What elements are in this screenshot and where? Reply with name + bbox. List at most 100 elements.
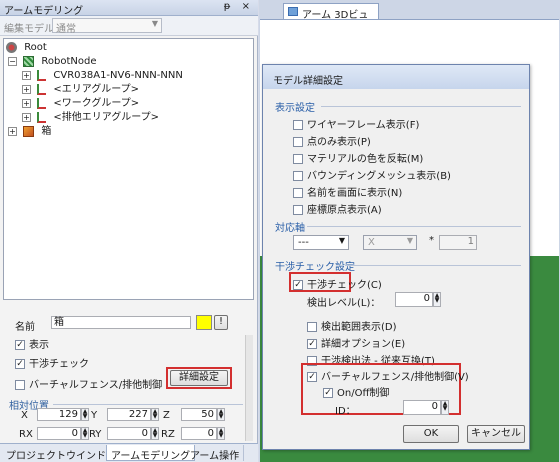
rz-spinner[interactable]: ▲ ▼ (217, 427, 225, 440)
pair-axis-section-label: 対応軸 (275, 223, 305, 234)
rx-input[interactable]: 0 (37, 427, 81, 440)
collision-check-checkbox[interactable]: 干渉チェック(C) (293, 276, 382, 291)
detect-range-checkbox[interactable]: 検出範囲表示(D) (307, 318, 397, 333)
chevron-down-icon: ▼ (406, 236, 413, 245)
collapse-icon[interactable]: − (8, 56, 17, 66)
properties-scrollbar[interactable] (245, 335, 253, 441)
axis-icon (37, 111, 47, 123)
points-only-checkbox[interactable]: 点のみ表示(P) (293, 133, 371, 148)
option-label: ワイヤーフレーム表示(F) (307, 120, 420, 131)
rx-spinner[interactable]: ▲ ▼ (81, 427, 89, 440)
tab-arm-modeling[interactable]: アームモデリング (106, 445, 196, 462)
rx-label: RX (19, 429, 33, 440)
expand-icon[interactable]: + (8, 126, 17, 136)
option-label: 詳細オプション(E) (321, 339, 406, 350)
origin-display-checkbox[interactable]: 座標原点表示(A) (293, 201, 382, 216)
ry-spinner[interactable]: ▲ ▼ (151, 427, 159, 440)
tree-node-model[interactable]: + CVR038A1-NV6-NNN-NNN (22, 69, 183, 83)
checkbox-icon (293, 137, 303, 147)
expand-icon[interactable]: + (22, 98, 31, 108)
rz-input[interactable]: 0 (181, 427, 217, 440)
origin-cross-icon: + (541, 238, 552, 252)
option-label: バウンディングメッシュ表示(B) (307, 171, 451, 182)
virtual-fence-checkbox[interactable]: バーチャルフェンス/排他制御 (15, 376, 162, 391)
box-icon (23, 125, 35, 137)
id-label: ID： (335, 406, 356, 417)
tree-node-label: <ワークグループ> (53, 98, 140, 109)
expand-icon[interactable]: + (22, 84, 31, 94)
dialog-title: モデル詳細設定 (273, 76, 343, 87)
bounding-mesh-checkbox[interactable]: バウンディングメッシュ表示(B) (293, 167, 451, 182)
color-swatch[interactable] (196, 315, 212, 330)
ry-label: RY (89, 429, 102, 440)
checkbox-icon (293, 280, 303, 290)
edit-mode-select[interactable]: 通常 ▼ (52, 18, 162, 35)
z-spinner[interactable]: ▲ ▼ (217, 408, 225, 421)
pin-close-icons[interactable]: ᵽ × (224, 1, 254, 12)
x-input[interactable]: 129 (37, 408, 81, 421)
edit-model-label: 編集モデル (4, 24, 54, 35)
chevron-down-icon: ▼ (338, 236, 345, 245)
x-label: X (21, 410, 28, 421)
tab-arm-3d-view[interactable]: アーム 3Dビュー (283, 3, 379, 36)
tree-node-label: Root (24, 42, 47, 53)
tree-node-robotnode[interactable]: − RobotNode (8, 55, 96, 69)
collision-checkbox[interactable]: 干渉チェック (15, 355, 89, 370)
virtual-fence-checkbox[interactable]: バーチャルフェンス/排他制御(V) (307, 368, 469, 383)
detect-level-spinner[interactable]: ▲ ▼ (433, 292, 441, 307)
option-label: 検出範囲表示(D) (321, 322, 397, 333)
tree-node-work-group[interactable]: + <ワークグループ> (22, 97, 139, 111)
collision-check-icon (15, 359, 25, 369)
ry-value: 0 (141, 428, 148, 439)
invert-material-checkbox[interactable]: マテリアルの色を反転(M) (293, 150, 423, 165)
tree-node-exclusion-group[interactable]: + <排他エリアグループ> (22, 111, 159, 125)
axis-select[interactable]: X ▼ (363, 235, 417, 250)
show-checkbox[interactable]: 表示 (15, 336, 49, 351)
id-input[interactable]: 0 (403, 400, 441, 415)
tab-project-window[interactable]: プロジェクトウインドウ (2, 445, 121, 462)
virtual-fence-label: バーチャルフェンス/排他制御 (29, 380, 163, 391)
expand-icon[interactable]: + (22, 112, 31, 122)
option-label: マテリアルの色を反転(M) (307, 154, 424, 165)
checkbox-icon (307, 339, 317, 349)
collision-label: 干渉チェック (29, 359, 89, 370)
tree-node-area-group[interactable]: + <エリアグループ> (22, 83, 139, 97)
tree-node-box[interactable]: + 箱 (8, 125, 51, 139)
onoff-control-checkbox[interactable]: On/Off制御 (323, 384, 389, 399)
edit-mode-value: 通常 (56, 24, 76, 35)
pair-axis-select[interactable]: --- ▼ (293, 235, 349, 250)
y-input[interactable]: 227 (107, 408, 151, 421)
display-section-label: 表示設定 (275, 103, 315, 114)
x-value: 129 (58, 409, 78, 420)
edit-model-toolbar: 編集モデル 通常 ▼ (0, 16, 258, 36)
properties-pane: 名前 箱 ! 表示 干渉チェック バーチャルフェンス/排他制御 詳細設定 相対位… (3, 303, 254, 443)
multiplier-input[interactable]: 1 (439, 235, 477, 250)
y-value: 227 (128, 409, 148, 420)
id-spinner[interactable]: ▲ ▼ (441, 400, 449, 415)
multiplier-value: 1 (467, 236, 474, 247)
option-label: 点のみ表示(P) (307, 137, 371, 148)
option-label: On/Off制御 (337, 388, 390, 399)
ry-input[interactable]: 0 (107, 427, 151, 440)
detect-level-input[interactable]: 0 (395, 292, 433, 307)
name-input[interactable]: 箱 (51, 316, 191, 329)
model-tree[interactable]: Root − RobotNode + CVR038A1-NV6-NNN-NNN … (3, 38, 254, 300)
z-input[interactable]: 50 (181, 408, 217, 421)
checkbox-icon (293, 205, 303, 215)
tab-arm-operation[interactable]: アーム操作 (186, 445, 245, 462)
x-spinner[interactable]: ▲ ▼ (81, 408, 89, 421)
detect-level-label: 検出レベル(L)： (307, 298, 381, 309)
cancel-button[interactable]: キャンセル (467, 425, 525, 443)
tree-node-label: RobotNode (41, 56, 97, 67)
tree-node-root[interactable]: Root (6, 41, 47, 55)
show-name-checkbox[interactable]: 名前を画面に表示(N) (293, 184, 402, 199)
color-picker-button[interactable]: ! (214, 315, 228, 330)
option-label: 座標原点表示(A) (307, 205, 382, 216)
wireframe-checkbox[interactable]: ワイヤーフレーム表示(F) (293, 116, 419, 131)
y-spinner[interactable]: ▲ ▼ (151, 408, 159, 421)
expand-icon[interactable]: + (22, 70, 31, 80)
detail-options-checkbox[interactable]: 詳細オプション(E) (307, 335, 405, 350)
detail-settings-button[interactable]: 詳細設定 (170, 370, 228, 386)
ok-button[interactable]: OK (403, 425, 459, 443)
checkbox-icon (307, 372, 317, 382)
